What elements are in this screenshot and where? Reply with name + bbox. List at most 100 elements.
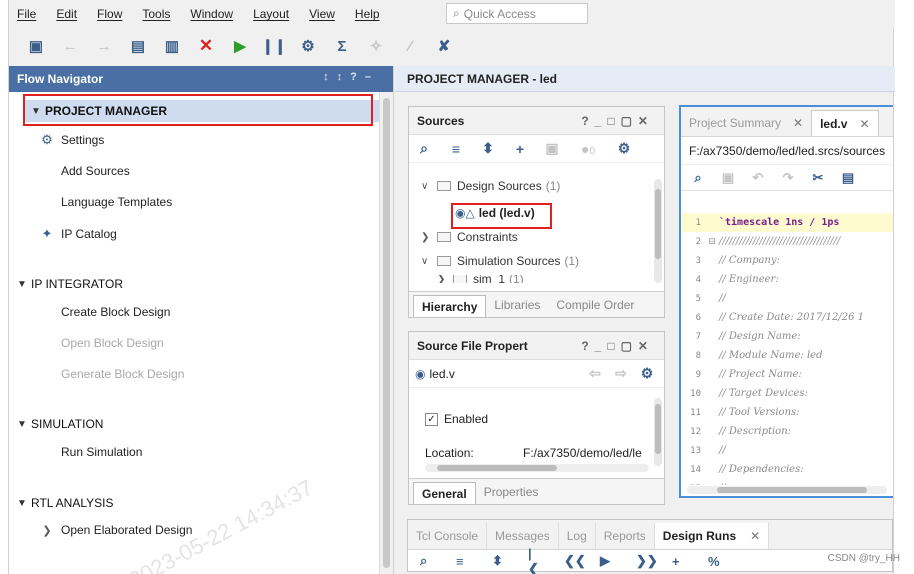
chevron-right-icon[interactable]: ❯	[39, 524, 55, 537]
nav-add-sources[interactable]: Add Sources	[61, 164, 130, 178]
previous-icon[interactable]: ❮❮	[564, 553, 586, 569]
search-icon[interactable]: ⌕	[415, 140, 433, 157]
play-icon[interactable]: ▶	[600, 553, 614, 569]
tab-led-v[interactable]: led.v ✕	[811, 110, 879, 136]
properties-vscrollbar[interactable]	[654, 398, 662, 466]
section-simulation[interactable]: ▼ SIMULATION	[9, 413, 379, 435]
expand-all-icon[interactable]: ⬍	[492, 553, 506, 569]
first-icon[interactable]: |❮	[528, 546, 542, 574]
copy-icon[interactable]: ▤	[127, 35, 149, 57]
nav-language-templates[interactable]: Language Templates	[61, 195, 172, 209]
chevron-right-icon[interactable]: ❯	[421, 232, 433, 243]
menu-view[interactable]: View	[309, 7, 335, 21]
scrollbar-thumb[interactable]	[655, 189, 661, 259]
sources-scrollbar[interactable]	[654, 179, 662, 283]
chevron-right-icon[interactable]: ❯	[437, 275, 449, 283]
menu-layout[interactable]: Layout	[253, 7, 289, 21]
section-rtl-analysis[interactable]: ▼ RTL ANALYSIS	[9, 492, 379, 514]
cut-icon[interactable]: ✂	[809, 170, 827, 186]
tab-general[interactable]: General	[413, 481, 476, 504]
menu-flow[interactable]: Flow	[97, 7, 122, 21]
tab-design-runs[interactable]: Design Runs ✕	[654, 523, 770, 549]
tree-simulation-sources[interactable]: ∨ Simulation Sources (1)	[421, 254, 579, 268]
redo-icon[interactable]: ↷	[779, 170, 797, 186]
delete-icon[interactable]: ✕	[195, 35, 217, 57]
nav-create-block-design[interactable]: Create Block Design	[61, 305, 170, 319]
add-icon[interactable]: +	[511, 141, 529, 157]
tab-messages[interactable]: Messages	[487, 523, 559, 549]
enabled-checkbox[interactable]: ✓ Enabled	[425, 412, 488, 426]
sigma-icon[interactable]: Σ	[331, 35, 353, 57]
collapse-icon[interactable]: ▼	[13, 498, 31, 509]
collapse-all-icon[interactable]: ≡	[447, 141, 465, 157]
undo-icon[interactable]: ↶	[749, 170, 767, 186]
gear-icon[interactable]: ⚙	[615, 140, 633, 157]
nav-ip-catalog[interactable]: ✦ IP Catalog	[39, 226, 117, 242]
tree-constraints[interactable]: ❯ Constraints	[421, 230, 518, 244]
scrollbar-thumb[interactable]	[717, 487, 867, 493]
tab-project-summary[interactable]: Project Summary ✕	[681, 110, 811, 136]
menu-file[interactable]: File	[17, 7, 36, 21]
open-project-icon[interactable]: ▣	[25, 35, 47, 57]
cut-wand-icon[interactable]: ✘	[433, 35, 455, 57]
menu-edit[interactable]: Edit	[56, 7, 77, 21]
disabled-wand-icon[interactable]: ∕	[399, 35, 421, 57]
nav-generate-block-design[interactable]: Generate Block Design	[61, 367, 184, 381]
collapse-all-icon[interactable]: ≡	[456, 554, 470, 569]
tab-properties[interactable]: Properties	[476, 485, 547, 499]
tab-log[interactable]: Log	[559, 523, 596, 549]
chevron-down-icon[interactable]: ∨	[421, 256, 433, 267]
scrollbar-thumb[interactable]	[437, 465, 557, 471]
save-icon[interactable]: ▣	[719, 170, 737, 186]
tab-libraries[interactable]: Libraries	[486, 298, 548, 312]
chevron-down-icon[interactable]: ∨	[421, 181, 433, 192]
percent-icon[interactable]: %	[708, 554, 722, 569]
tab-compile-order[interactable]: Compile Order	[548, 298, 642, 312]
nav-open-elaborated-design[interactable]: ❯ Open Elaborated Design	[39, 523, 192, 537]
tab-reports[interactable]: Reports	[596, 523, 655, 549]
disabled-tool-icon[interactable]: ✧	[365, 35, 387, 57]
close-icon[interactable]: ✕	[859, 117, 869, 131]
editor-hscrollbar[interactable]	[687, 486, 887, 494]
panel-controls-icon[interactable]: ↕↕?–	[323, 71, 379, 83]
back-icon[interactable]: ⇦	[586, 365, 604, 382]
panel-controls-icon[interactable]: ?_□▢✕	[581, 114, 654, 128]
scrollbar-thumb[interactable]	[383, 98, 390, 568]
tab-tcl-console[interactable]: Tcl Console	[408, 523, 488, 549]
search-icon[interactable]: ⌕	[689, 170, 707, 186]
redo-icon[interactable]: →	[93, 35, 115, 57]
nav-settings[interactable]: ⚙ Settings	[39, 132, 104, 148]
collapse-icon[interactable]: ▼	[13, 419, 31, 430]
paste-icon[interactable]: ▥	[161, 35, 183, 57]
search-icon[interactable]: ⌕	[420, 553, 434, 569]
collapse-icon[interactable]: ▼	[13, 279, 31, 290]
info-icon[interactable]: ▣	[543, 140, 561, 157]
add-icon[interactable]: +	[672, 554, 686, 569]
checkbox-icon[interactable]: ✓	[425, 412, 438, 426]
step-icon[interactable]: ❙❙	[261, 35, 286, 57]
next-icon[interactable]: ❯❯	[636, 553, 658, 569]
panel-controls-icon[interactable]: ?_□▢✕	[581, 339, 654, 353]
forward-icon[interactable]: ⇨	[612, 365, 630, 382]
code-area[interactable]: 1 `timescale 1ns / 1ps 2 ⊟////////////////…	[681, 213, 893, 485]
nav-run-simulation[interactable]: Run Simulation	[61, 445, 142, 459]
nav-open-block-design[interactable]: Open Block Design	[61, 336, 164, 350]
menu-tools[interactable]: Tools	[142, 7, 170, 21]
tree-design-sources[interactable]: ∨ Design Sources (1)	[421, 179, 560, 193]
quick-access-input[interactable]: ⌕ Quick Access	[446, 3, 588, 24]
expand-all-icon[interactable]: ⬍	[479, 140, 497, 157]
properties-hscrollbar[interactable]	[425, 464, 649, 472]
tree-sim[interactable]: ❯ sim_1 (1)	[437, 275, 524, 283]
flow-navigator-scrollbar[interactable]	[379, 92, 393, 574]
fold-icon[interactable]: ⊟	[705, 237, 719, 247]
scrollbar-thumb[interactable]	[655, 404, 661, 454]
undo-icon[interactable]: ←	[59, 35, 81, 57]
run-icon[interactable]: ▶	[229, 35, 251, 57]
settings-icon[interactable]: ⚙	[297, 35, 319, 57]
close-icon[interactable]: ✕	[793, 116, 803, 130]
tab-hierarchy[interactable]: Hierarchy	[413, 294, 487, 317]
section-ip-integrator[interactable]: ▼ IP INTEGRATOR	[9, 273, 379, 295]
copy-icon[interactable]: ▤	[839, 170, 857, 186]
close-icon[interactable]: ✕	[750, 529, 760, 543]
menu-window[interactable]: Window	[190, 7, 233, 21]
